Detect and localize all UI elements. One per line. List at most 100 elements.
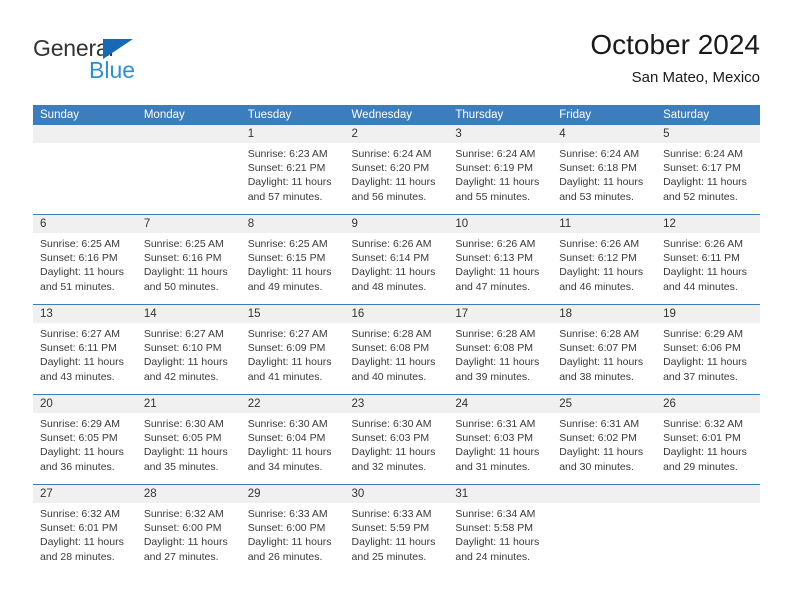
sunset-line: Sunset: 5:59 PM bbox=[351, 522, 430, 535]
daylight-line-2: and 30 minutes. bbox=[559, 460, 634, 473]
calendar-day-cell[interactable]: 12 Sunrise: 6:26 AM Sunset: 6:11 PM Dayligh… bbox=[656, 214, 760, 305]
calendar-day-cell[interactable]: 15 Sunrise: 6:27 AM Sunset: 6:09 PM Dayligh… bbox=[240, 304, 345, 395]
calendar-day-cell[interactable]: 9 Sunrise: 6:26 AM Sunset: 6:14 PM Daylight… bbox=[344, 214, 449, 305]
calendar-day-cell[interactable]: 17 Sunrise: 6:28 AM Sunset: 6:08 PM Dayligh… bbox=[448, 304, 553, 395]
weekday-header-sunday: Sunday bbox=[33, 105, 137, 125]
day-number bbox=[136, 125, 241, 143]
daylight-line-1: Daylight: 11 hours bbox=[455, 536, 540, 549]
sunset-line: Sunset: 6:06 PM bbox=[663, 342, 741, 355]
sunrise-line: Sunrise: 6:27 AM bbox=[247, 328, 328, 340]
calendar-day-cell[interactable]: 16 Sunrise: 6:28 AM Sunset: 6:08 PM Dayligh… bbox=[344, 304, 449, 395]
calendar-day-cell[interactable]: 27 Sunrise: 6:32 AM Sunset: 6:01 PM Dayligh… bbox=[33, 484, 137, 574]
day-detail: Sunrise: 6:26 AM Sunset: 6:11 PM Daylight:… bbox=[656, 233, 760, 304]
day-detail: Sunrise: 6:27 AM Sunset: 6:11 PM Daylight:… bbox=[33, 323, 137, 394]
day-number: 15 bbox=[240, 305, 345, 323]
daylight-line-1: Daylight: 11 hours bbox=[663, 176, 747, 189]
sunrise-line: Sunrise: 6:30 AM bbox=[143, 418, 224, 430]
sunrise-line: Sunrise: 6:32 AM bbox=[143, 508, 224, 520]
calendar-day-cell[interactable]: 14 Sunrise: 6:27 AM Sunset: 6:10 PM Dayligh… bbox=[136, 304, 241, 395]
calendar-day-cell[interactable]: 4 Sunrise: 6:24 AM Sunset: 6:18 PM Daylight… bbox=[552, 125, 657, 215]
day-number: 11 bbox=[552, 215, 657, 233]
sunrise-line: Sunrise: 6:30 AM bbox=[247, 418, 328, 430]
sunrise-line: Sunrise: 6:24 AM bbox=[663, 148, 744, 160]
weekday-header-saturday: Saturday bbox=[656, 105, 760, 125]
day-number bbox=[552, 485, 657, 503]
day-detail: Sunrise: 6:29 AM Sunset: 6:05 PM Daylight:… bbox=[33, 413, 137, 484]
calendar-day-cell[interactable]: 3 Sunrise: 6:24 AM Sunset: 6:19 PM Daylight… bbox=[448, 125, 553, 215]
day-detail: Sunrise: 6:29 AM Sunset: 6:06 PM Daylight:… bbox=[656, 323, 760, 394]
sunrise-line: Sunrise: 6:25 AM bbox=[143, 238, 224, 250]
calendar-day-cell[interactable]: 22 Sunrise: 6:30 AM Sunset: 6:04 PM Dayligh… bbox=[240, 394, 345, 485]
day-number: 2 bbox=[344, 125, 449, 143]
day-number: 13 bbox=[33, 305, 137, 323]
daylight-line-2: and 42 minutes. bbox=[143, 370, 219, 383]
day-detail: Sunrise: 6:27 AM Sunset: 6:09 PM Daylight:… bbox=[241, 323, 345, 394]
calendar-week-row: 6 Sunrise: 6:25 AM Sunset: 6:16 PM Daylight… bbox=[33, 214, 760, 305]
calendar-day-cell[interactable]: 5 Sunrise: 6:24 AM Sunset: 6:17 PM Daylight… bbox=[656, 125, 760, 215]
calendar-day-cell[interactable]: 18 Sunrise: 6:28 AM Sunset: 6:07 PM Dayligh… bbox=[552, 304, 657, 395]
weekday-header-tuesday: Tuesday bbox=[240, 105, 345, 125]
daylight-line-2: and 27 minutes. bbox=[143, 550, 219, 563]
sunrise-line: Sunrise: 6:24 AM bbox=[559, 148, 640, 160]
day-number: 5 bbox=[656, 125, 760, 143]
sunrise-line: Sunrise: 6:25 AM bbox=[40, 238, 120, 250]
daylight-line-2: and 35 minutes. bbox=[143, 460, 219, 473]
day-detail-empty bbox=[656, 503, 760, 574]
daylight-line-2: and 34 minutes. bbox=[247, 460, 323, 473]
calendar-day-cell[interactable]: 7 Sunrise: 6:25 AM Sunset: 6:16 PM Daylight… bbox=[136, 214, 241, 305]
day-number: 9 bbox=[344, 215, 449, 233]
calendar-day-cell[interactable]: 20 Sunrise: 6:29 AM Sunset: 6:05 PM Dayligh… bbox=[33, 394, 137, 485]
sunset-line: Sunset: 6:01 PM bbox=[663, 432, 741, 445]
calendar-day-cell[interactable]: 23 Sunrise: 6:30 AM Sunset: 6:03 PM Dayligh… bbox=[344, 394, 449, 485]
calendar-day-cell[interactable]: 13 Sunrise: 6:27 AM Sunset: 6:11 PM Dayligh… bbox=[33, 304, 137, 395]
sunrise-line: Sunrise: 6:33 AM bbox=[351, 508, 432, 520]
daylight-line-1: Daylight: 11 hours bbox=[247, 176, 332, 189]
sunrise-line: Sunrise: 6:26 AM bbox=[455, 238, 536, 250]
calendar-day-cell[interactable]: 1 Sunrise: 6:23 AM Sunset: 6:21 PM Daylight… bbox=[240, 125, 345, 215]
daylight-line-1: Daylight: 11 hours bbox=[663, 446, 747, 459]
calendar-day-cell[interactable]: 8 Sunrise: 6:25 AM Sunset: 6:15 PM Daylight… bbox=[240, 214, 345, 305]
day-number: 8 bbox=[240, 215, 345, 233]
sunrise-sunset-calendar: Sunday Monday Tuesday Wednesday Thursday Frid… bbox=[33, 105, 760, 574]
day-number bbox=[33, 125, 137, 143]
calendar-week-row: 1 Sunrise: 6:23 AM Sunset: 6:21 PM Daylight… bbox=[33, 125, 760, 215]
day-detail: Sunrise: 6:28 AM Sunset: 6:07 PM Daylight:… bbox=[552, 323, 656, 394]
daylight-line-1: Daylight: 11 hours bbox=[559, 356, 644, 369]
calendar-day-cell[interactable]: 29 Sunrise: 6:33 AM Sunset: 6:00 PM Dayligh… bbox=[240, 484, 345, 574]
day-number: 10 bbox=[448, 215, 553, 233]
day-number: 29 bbox=[240, 485, 345, 503]
day-detail: Sunrise: 6:32 AM Sunset: 6:01 PM Daylight:… bbox=[656, 413, 760, 484]
calendar-day-cell[interactable]: 19 Sunrise: 6:29 AM Sunset: 6:06 PM Dayligh… bbox=[656, 304, 760, 395]
calendar-day-cell[interactable]: 30 Sunrise: 6:33 AM Sunset: 5:59 PM Dayligh… bbox=[344, 484, 449, 574]
calendar-week-row: 20 Sunrise: 6:29 AM Sunset: 6:05 PM Dayligh… bbox=[33, 394, 760, 485]
day-number: 17 bbox=[448, 305, 553, 323]
day-number: 1 bbox=[240, 125, 345, 143]
calendar-day-cell[interactable]: 21 Sunrise: 6:30 AM Sunset: 6:05 PM Dayligh… bbox=[136, 394, 241, 485]
calendar-day-cell[interactable]: 24 Sunrise: 6:31 AM Sunset: 6:03 PM Dayligh… bbox=[448, 394, 553, 485]
sunrise-line: Sunrise: 6:30 AM bbox=[351, 418, 432, 430]
sunset-line: Sunset: 6:02 PM bbox=[559, 432, 637, 445]
calendar-day-cell[interactable]: 31 Sunrise: 6:34 AM Sunset: 5:58 PM Dayligh… bbox=[448, 484, 553, 574]
logo-text-blue: Blue bbox=[89, 57, 136, 83]
daylight-line-2: and 49 minutes. bbox=[247, 280, 323, 293]
daylight-line-1: Daylight: 11 hours bbox=[559, 176, 644, 189]
daylight-line-1: Daylight: 11 hours bbox=[559, 446, 644, 459]
sunrise-line: Sunrise: 6:34 AM bbox=[455, 508, 536, 520]
daylight-line-2: and 25 minutes. bbox=[351, 550, 427, 563]
calendar-day-cell[interactable]: 11 Sunrise: 6:26 AM Sunset: 6:12 PM Dayligh… bbox=[552, 214, 657, 305]
calendar-day-cell[interactable]: 25 Sunrise: 6:31 AM Sunset: 6:02 PM Dayligh… bbox=[552, 394, 657, 485]
calendar-day-cell[interactable]: 28 Sunrise: 6:32 AM Sunset: 6:00 PM Dayligh… bbox=[136, 484, 241, 574]
general-blue-logo[interactable]: General Blue bbox=[33, 36, 233, 88]
day-number: 31 bbox=[448, 485, 553, 503]
calendar-day-cell[interactable]: 10 Sunrise: 6:26 AM Sunset: 6:13 PM Dayligh… bbox=[448, 214, 553, 305]
calendar-day-cell[interactable]: 2 Sunrise: 6:24 AM Sunset: 6:20 PM Daylight… bbox=[344, 125, 449, 215]
daylight-line-2: and 52 minutes. bbox=[663, 190, 738, 203]
daylight-line-1: Daylight: 11 hours bbox=[40, 356, 124, 369]
calendar-day-cell[interactable]: 6 Sunrise: 6:25 AM Sunset: 6:16 PM Daylight… bbox=[33, 214, 137, 305]
calendar-body: 1 Sunrise: 6:23 AM Sunset: 6:21 PM Daylight… bbox=[33, 125, 760, 574]
logo-text-general: General bbox=[33, 35, 114, 61]
calendar-day-cell[interactable]: 26 Sunrise: 6:32 AM Sunset: 6:01 PM Dayligh… bbox=[656, 394, 760, 485]
day-detail-empty bbox=[33, 143, 137, 214]
day-number: 30 bbox=[344, 485, 449, 503]
sunrise-line: Sunrise: 6:27 AM bbox=[143, 328, 224, 340]
